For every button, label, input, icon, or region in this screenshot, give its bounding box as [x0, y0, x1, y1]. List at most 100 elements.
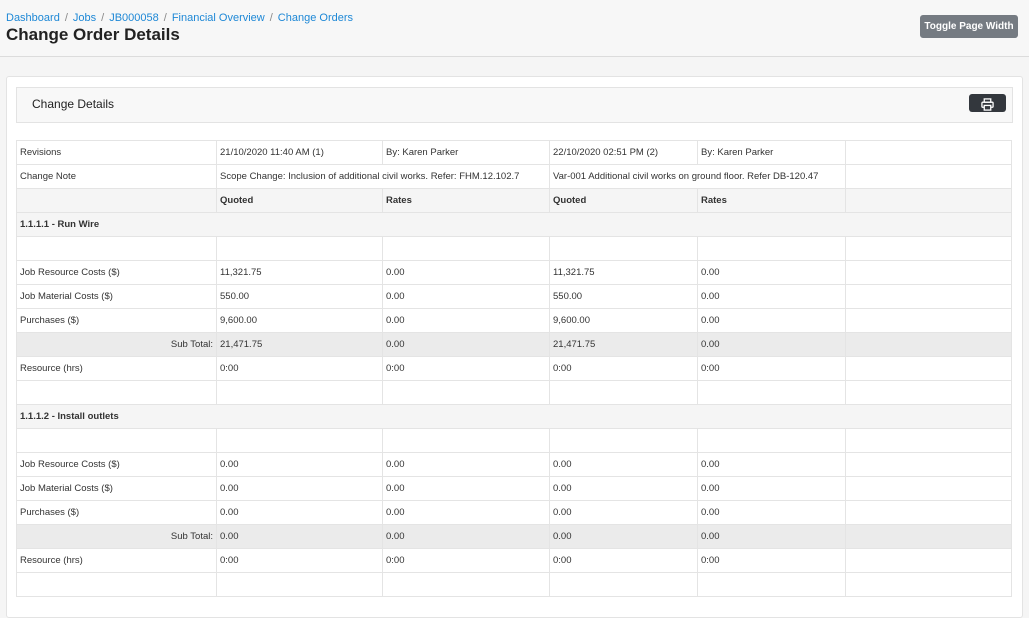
rates-2-value: 0.00 — [697, 308, 846, 333]
resource-row: Resource (hrs) 0:00 0:00 0:00 0:00 — [16, 548, 1012, 573]
change-details-table: Revisions 21/10/2020 11:40 AM (1) By: Ka… — [16, 140, 1012, 597]
empty-cell — [845, 260, 1012, 285]
quoted-2-value: 0:00 — [549, 548, 698, 573]
breadcrumb-separator: / — [101, 12, 105, 24]
rates-2-value: 0.00 — [697, 524, 846, 549]
rates-1-value: 0.00 — [382, 284, 550, 309]
quoted-2-value: 0:00 — [549, 356, 698, 381]
breadcrumb-separator: / — [269, 12, 273, 24]
quoted-1-value: 0:00 — [216, 548, 383, 573]
column-header-rates-2: Rates — [697, 188, 846, 213]
quoted-2-value: 21,471.75 — [549, 332, 698, 357]
quoted-1-value: 9,600.00 — [216, 308, 383, 333]
subtotal-row: Sub Total: 0.00 0.00 0.00 0.00 — [16, 524, 1012, 549]
table-row: Job Material Costs ($) 0.00 0.00 0.00 0.… — [16, 476, 1012, 501]
quoted-1-value: 0.00 — [216, 500, 383, 525]
column-header-quoted-2: Quoted — [549, 188, 698, 213]
breadcrumb-separator: / — [64, 12, 68, 24]
revision-2-date: 22/10/2020 02:51 PM (2) — [549, 140, 698, 165]
column-header-quoted-1: Quoted — [216, 188, 383, 213]
quoted-1-value: 0.00 — [216, 476, 383, 501]
section-title: 1.1.1.1 - Run Wire — [16, 212, 1012, 237]
card-header: Change Details — [16, 87, 1013, 123]
revision-1-author: By: Karen Parker — [382, 140, 550, 165]
empty-cell — [845, 356, 1012, 381]
rates-1-value: 0:00 — [382, 548, 550, 573]
spacer-row — [16, 572, 1012, 597]
rates-1-value: 0.00 — [382, 500, 550, 525]
table-row: Job Resource Costs ($) 0.00 0.00 0.00 0.… — [16, 452, 1012, 477]
row-label: Resource (hrs) — [16, 356, 217, 381]
breadcrumb-dashboard[interactable]: Dashboard — [6, 12, 60, 24]
row-label: Revisions — [16, 140, 217, 165]
rates-2-value: 0:00 — [697, 356, 846, 381]
change-note-row: Change Note Scope Change: Inclusion of a… — [16, 164, 1012, 189]
table-row: Job Resource Costs ($) 11,321.75 0.00 11… — [16, 260, 1012, 285]
section-title-row: 1.1.1.2 - Install outlets — [16, 404, 1012, 429]
rates-2-value: 0:00 — [697, 548, 846, 573]
quoted-1-value: 0:00 — [216, 356, 383, 381]
row-label: Job Material Costs ($) — [16, 284, 217, 309]
row-label: Resource (hrs) — [16, 548, 217, 573]
rates-2-value: 0.00 — [697, 260, 846, 285]
quoted-2-value: 9,600.00 — [549, 308, 698, 333]
subtotal-label: Sub Total: — [16, 524, 217, 549]
spacer-row — [16, 428, 1012, 453]
table-row: Purchases ($) 0.00 0.00 0.00 0.00 — [16, 500, 1012, 525]
quoted-2-value: 0.00 — [549, 524, 698, 549]
rates-2-value: 0.00 — [697, 500, 846, 525]
quoted-1-value: 550.00 — [216, 284, 383, 309]
print-button[interactable] — [969, 94, 1006, 112]
table-row: Job Material Costs ($) 550.00 0.00 550.0… — [16, 284, 1012, 309]
quoted-1-value: 0.00 — [216, 524, 383, 549]
breadcrumb-change-orders[interactable]: Change Orders — [278, 12, 353, 24]
row-label: Purchases ($) — [16, 500, 217, 525]
empty-cell — [845, 500, 1012, 525]
quoted-2-value: 0.00 — [549, 500, 698, 525]
rates-1-value: 0.00 — [382, 260, 550, 285]
breadcrumb-financial-overview[interactable]: Financial Overview — [172, 12, 265, 24]
empty-cell — [845, 284, 1012, 309]
spacer-row — [16, 380, 1012, 405]
empty-cell — [845, 164, 1012, 189]
breadcrumb-job-number[interactable]: JB000058 — [109, 12, 159, 24]
row-label: Job Material Costs ($) — [16, 476, 217, 501]
revision-2-author: By: Karen Parker — [697, 140, 846, 165]
subtotal-row: Sub Total: 21,471.75 0.00 21,471.75 0.00 — [16, 332, 1012, 357]
toggle-page-width-button[interactable]: Toggle Page Width — [920, 15, 1018, 38]
row-label: Job Resource Costs ($) — [16, 260, 217, 285]
row-label: Purchases ($) — [16, 308, 217, 333]
quoted-2-value: 0.00 — [549, 476, 698, 501]
table-row: Purchases ($) 9,600.00 0.00 9,600.00 0.0… — [16, 308, 1012, 333]
quoted-1-value: 11,321.75 — [216, 260, 383, 285]
breadcrumb-jobs[interactable]: Jobs — [73, 12, 96, 24]
rates-2-value: 0.00 — [697, 476, 846, 501]
empty-cell — [845, 452, 1012, 477]
quoted-2-value: 11,321.75 — [549, 260, 698, 285]
revisions-row: Revisions 21/10/2020 11:40 AM (1) By: Ka… — [16, 140, 1012, 165]
rates-1-value: 0:00 — [382, 356, 550, 381]
row-label: Job Resource Costs ($) — [16, 452, 217, 477]
empty-cell — [16, 188, 217, 213]
print-icon — [981, 97, 994, 111]
change-details-card: Change Details Revisions 21/10/2020 11:4… — [6, 76, 1023, 618]
column-header-rates-1: Rates — [382, 188, 550, 213]
card-title: Change Details — [32, 97, 115, 111]
quoted-1-value: 0.00 — [216, 452, 383, 477]
quoted-2-value: 0.00 — [549, 452, 698, 477]
empty-cell — [845, 140, 1012, 165]
quoted-1-value: 21,471.75 — [216, 332, 383, 357]
empty-cell — [845, 524, 1012, 549]
rates-1-value: 0.00 — [382, 524, 550, 549]
resource-row: Resource (hrs) 0:00 0:00 0:00 0:00 — [16, 356, 1012, 381]
breadcrumb-separator: / — [163, 12, 167, 24]
row-label: Change Note — [16, 164, 217, 189]
page-title: Change Order Details — [6, 25, 180, 44]
revision-1-change-note: Scope Change: Inclusion of additional ci… — [216, 164, 550, 189]
revision-2-change-note: Var-001 Additional civil works on ground… — [549, 164, 846, 189]
empty-cell — [845, 548, 1012, 573]
spacer-row — [16, 236, 1012, 261]
subtotal-label: Sub Total: — [16, 332, 217, 357]
rates-2-value: 0.00 — [697, 284, 846, 309]
empty-cell — [845, 332, 1012, 357]
